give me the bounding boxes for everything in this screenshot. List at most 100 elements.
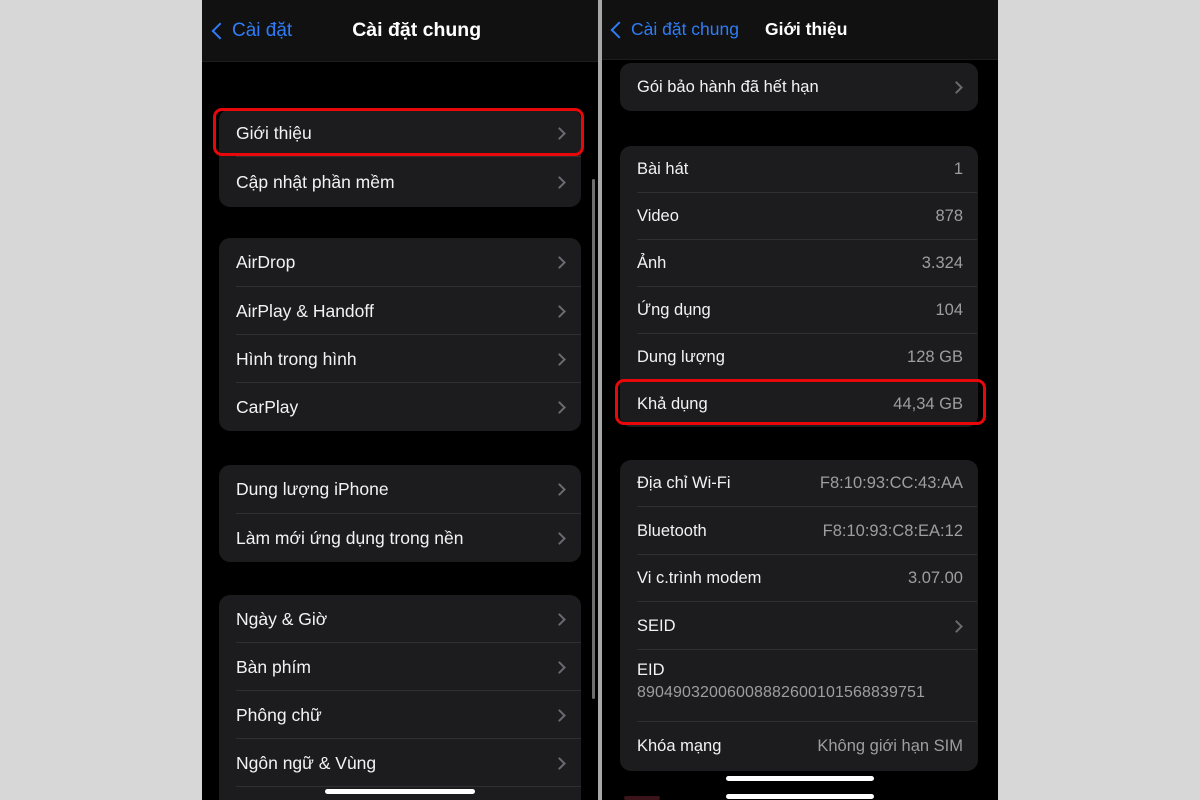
left-scrollbar[interactable] [592, 179, 595, 699]
settings-row-dung-luong-iphone[interactable]: Dung lượng iPhone [219, 465, 581, 514]
about-row-videos: Video 878 [620, 193, 978, 240]
settings-row-lam-moi-ung-dung[interactable]: Làm mới ứng dụng trong nền [219, 514, 581, 562]
settings-group-sharing: AirDrop AirPlay & Handoff Hình trong hìn… [219, 238, 581, 431]
row-value: 3.324 [921, 254, 963, 272]
chevron-right-icon [950, 619, 963, 633]
row-value: 89049032006008882600101568839751 [637, 684, 925, 702]
row-label: Giới thiệu [236, 122, 312, 143]
partial-tab-bar-artifact [624, 796, 660, 800]
row-value: 104 [935, 301, 963, 319]
row-label: Dung lượng iPhone [236, 479, 389, 499]
row-label: CarPlay [236, 396, 299, 417]
row-value: F8:10:93:C8:EA:12 [822, 521, 963, 540]
settings-group-storage: Dung lượng iPhone Làm mới ứng dụng trong… [219, 465, 581, 562]
settings-row-ban-phim[interactable]: Bàn phím [219, 643, 581, 691]
settings-group-about: Giới thiệu Cập nhật phần mềm [219, 109, 581, 207]
row-label: EID [637, 661, 665, 679]
about-row-capacity: Dung lượng 128 GB [620, 334, 978, 381]
chevron-left-icon [211, 22, 229, 39]
about-row-bluetooth: Bluetooth F8:10:93:C8:EA:12 [620, 507, 978, 555]
row-label: AirPlay & Handoff [236, 300, 374, 321]
chevron-right-icon [553, 483, 566, 496]
row-label: Bàn phím [236, 656, 311, 677]
back-button-label: Cài đặt [232, 19, 293, 41]
panel-divider [598, 0, 602, 800]
row-label: Gói bảo hành đã hết hạn [637, 77, 819, 96]
row-label: Bluetooth [637, 521, 707, 540]
row-label: Video [637, 207, 679, 225]
about-row-seid[interactable]: SEID [620, 602, 978, 650]
row-value: 1 [953, 160, 963, 178]
home-indicator-secondary [726, 794, 874, 799]
back-button-label: Cài đặt chung [631, 19, 739, 39]
about-row-apps: Ứng dụng 104 [620, 287, 978, 334]
home-indicator [325, 789, 475, 794]
home-indicator [726, 776, 874, 781]
settings-row-ngon-ngu-vung[interactable]: Ngôn ngữ & Vùng [219, 739, 581, 787]
row-label: Làm mới ứng dụng trong nền [236, 527, 464, 548]
row-separator [236, 786, 581, 787]
row-label: SEID [637, 616, 676, 635]
about-group-warranty: Gói bảo hành đã hết hạn [620, 63, 978, 111]
settings-row-cap-nhat-phan-mem[interactable]: Cập nhật phần mềm [219, 157, 581, 207]
settings-row-airdrop[interactable]: AirDrop [219, 238, 581, 287]
about-row-network-lock: Khóa mạng Không giới hạn SIM [620, 722, 978, 770]
settings-row-airplay-handoff[interactable]: AirPlay & Handoff [219, 287, 581, 335]
back-to-settings-button[interactable]: Cài đặt [211, 20, 292, 42]
row-label: Vi c.trình modem [637, 569, 762, 587]
row-value: 44,34 GB [893, 394, 963, 413]
settings-group-locale: Ngày & Giờ Bàn phím Phông chữ Ngôn ngữ &… [219, 595, 581, 800]
chevron-right-icon [553, 175, 566, 189]
about-row-wifi-address: Địa chỉ Wi-Fi F8:10:93:CC:43:AA [620, 460, 978, 507]
about-row-photos: Ảnh 3.324 [620, 240, 978, 287]
chevron-right-icon [553, 531, 566, 545]
chevron-right-icon [553, 708, 566, 722]
settings-row-ngay-gio[interactable]: Ngày & Giờ [219, 595, 581, 643]
back-to-general-settings-button[interactable]: Cài đặt chung [610, 19, 739, 40]
chevron-right-icon [950, 80, 963, 94]
chevron-right-icon [553, 756, 566, 770]
left-navigation-bar: Cài đặt Cài đặt chung [202, 0, 598, 62]
settings-row-phong-chu[interactable]: Phông chữ [219, 691, 581, 739]
page-title: Cài đặt chung [352, 19, 482, 41]
chevron-right-icon [553, 352, 566, 366]
about-group-media: Bài hát 1 Video 878 Ảnh 3.324 Ứng dụng 1… [620, 146, 978, 427]
row-label: Địa chỉ Wi-Fi [637, 474, 731, 492]
about-row-modem-firmware: Vi c.trình modem 3.07.00 [620, 555, 978, 602]
chevron-right-icon [553, 304, 566, 318]
right-navigation-bar: Cài đặt chung Giới thiệu [602, 0, 998, 60]
row-label: Ứng dụng [637, 301, 711, 319]
row-label: Ảnh [637, 254, 667, 272]
settings-row-gioi-thieu[interactable]: Giới thiệu [219, 109, 581, 157]
screenshot-stage: Cài đặt Cài đặt chung Giới thiệu Cập nhậ… [0, 0, 1200, 800]
chevron-right-icon [553, 126, 566, 140]
row-label: Ngày & Giờ [236, 608, 328, 629]
chevron-left-icon [610, 21, 628, 38]
chevron-right-icon [553, 612, 566, 626]
row-value: Không giới hạn SIM [817, 736, 963, 755]
chevron-right-icon [553, 400, 566, 414]
about-row-available: Khả dụng 44,34 GB [620, 381, 978, 427]
row-label: Phông chữ [236, 704, 322, 725]
chevron-right-icon [553, 660, 566, 674]
chevron-right-icon [553, 256, 566, 269]
about-row-warranty[interactable]: Gói bảo hành đã hết hạn [620, 63, 978, 111]
about-row-eid: EID 89049032006008882600101568839751 [620, 650, 978, 722]
settings-row-hinh-trong-hinh[interactable]: Hình trong hình [219, 335, 581, 383]
left-scroll-area[interactable]: Giới thiệu Cập nhật phần mềm AirDrop Air… [202, 62, 598, 800]
row-value: 128 GB [907, 348, 963, 366]
row-label: AirDrop [236, 252, 296, 272]
page-title: Giới thiệu [765, 19, 848, 39]
row-label: Hình trong hình [236, 348, 357, 369]
about-group-network: Địa chỉ Wi-Fi F8:10:93:CC:43:AA Bluetoot… [620, 460, 978, 771]
settings-row-carplay[interactable]: CarPlay [219, 383, 581, 431]
row-label: Khóa mạng [637, 736, 722, 755]
row-value: 878 [935, 207, 963, 225]
right-scroll-area[interactable]: Gói bảo hành đã hết hạn Bài hát 1 Video … [602, 60, 998, 800]
row-label: Cập nhật phần mềm [236, 171, 395, 192]
phone-screen-about: Cài đặt chung Giới thiệu Gói bảo hành đã… [602, 0, 998, 800]
row-label: Khả dụng [637, 394, 708, 413]
row-label: Ngôn ngữ & Vùng [236, 752, 377, 773]
row-label: Bài hát [637, 160, 689, 178]
row-value: F8:10:93:CC:43:AA [819, 474, 963, 492]
